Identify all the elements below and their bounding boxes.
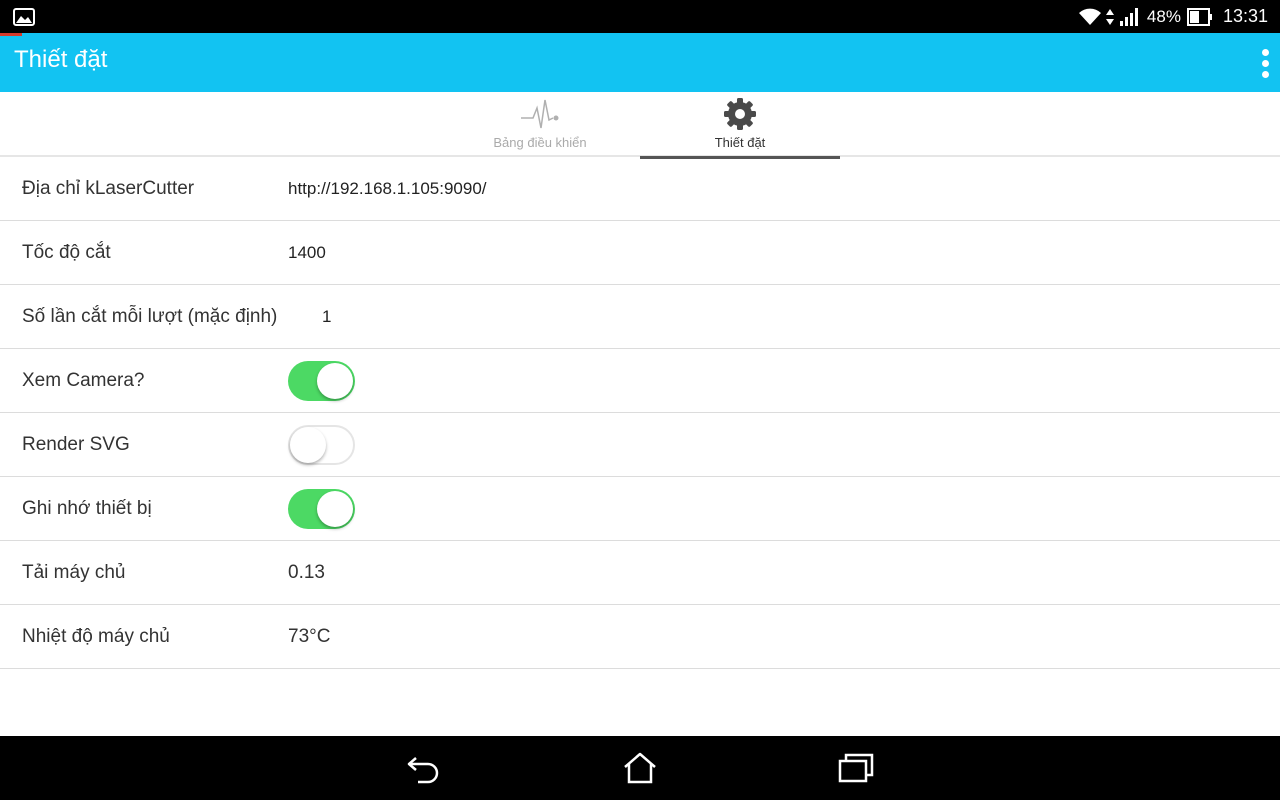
setting-row-address: Địa chỉ kLaserCutter http://192.168.1.10… [0, 157, 1280, 221]
toggle-knob [290, 426, 326, 463]
tab-bar: Bảng điều khiển Thiết đặt [0, 92, 1280, 159]
back-button[interactable] [404, 750, 444, 786]
signal-icon [1119, 7, 1138, 26]
notification-mark [0, 33, 22, 36]
home-icon [624, 752, 656, 784]
camera-toggle[interactable] [288, 360, 355, 401]
page-title: Thiết đặt [14, 46, 108, 73]
address-label: Địa chỉ kLaserCutter [22, 177, 195, 199]
tab-settings[interactable]: Thiết đặt [640, 92, 840, 159]
overflow-menu-button[interactable] [1258, 45, 1272, 81]
remember-device-toggle[interactable] [288, 488, 355, 529]
setting-row-passes: Số lần cắt mỗi lượt (mặc định) 1 [0, 285, 1280, 349]
tab-dashboard-label: Bảng điều khiển [493, 135, 587, 150]
recent-apps-icon [838, 753, 874, 783]
setting-row-cut-speed: Tốc độ cắt 1400 [0, 221, 1280, 285]
passes-input[interactable]: 1 [322, 307, 331, 327]
setting-row-server-temp: Nhiệt độ máy chủ 73°C [0, 605, 1280, 669]
overflow-dot [1261, 59, 1269, 67]
server-load-label: Tải máy chủ [22, 561, 126, 583]
server-temp-value: 73°C [288, 625, 331, 647]
navigation-bar [0, 736, 1280, 800]
status-bar: 48% 13:31 [0, 0, 1280, 33]
pulse-icon [521, 99, 559, 129]
status-time: 13:31 [1222, 6, 1268, 26]
setting-row-server-load: Tải máy chủ 0.13 [0, 541, 1280, 605]
toggle-knob [317, 490, 353, 527]
recent-apps-button[interactable] [836, 750, 876, 786]
tab-settings-label: Thiết đặt [714, 135, 766, 150]
address-input[interactable]: http://192.168.1.105:9090/ [288, 179, 487, 199]
passes-label: Số lần cắt mỗi lượt (mặc định) [22, 305, 278, 327]
remember-device-label: Ghi nhớ thiết bị [22, 497, 152, 519]
app-bar: Thiết đặt [0, 33, 1280, 92]
home-button[interactable] [620, 750, 660, 786]
back-icon [407, 757, 439, 784]
server-temp-label: Nhiệt độ máy chủ [22, 625, 170, 647]
cut-speed-input[interactable]: 1400 [288, 243, 326, 263]
toggle-knob [317, 362, 353, 399]
render-svg-toggle[interactable] [288, 424, 355, 465]
setting-row-camera: Xem Camera? [0, 349, 1280, 413]
data-arrows-icon [1105, 8, 1114, 25]
gear-icon [724, 98, 756, 130]
cut-speed-label: Tốc độ cắt [22, 241, 111, 263]
overflow-dot [1261, 70, 1269, 78]
render-svg-label: Render SVG [22, 433, 130, 455]
settings-list: Địa chỉ kLaserCutter http://192.168.1.10… [0, 157, 1280, 669]
image-icon [13, 8, 35, 26]
battery-icon [1186, 7, 1212, 26]
camera-label: Xem Camera? [22, 369, 145, 391]
setting-row-remember-device: Ghi nhớ thiết bị [0, 477, 1280, 541]
wifi-icon [1078, 8, 1101, 25]
battery-percent: 48% [1146, 6, 1181, 26]
setting-row-render-svg: Render SVG [0, 413, 1280, 477]
tab-dashboard[interactable]: Bảng điều khiển [440, 92, 640, 157]
overflow-dot [1261, 48, 1269, 56]
server-load-value: 0.13 [288, 561, 325, 583]
